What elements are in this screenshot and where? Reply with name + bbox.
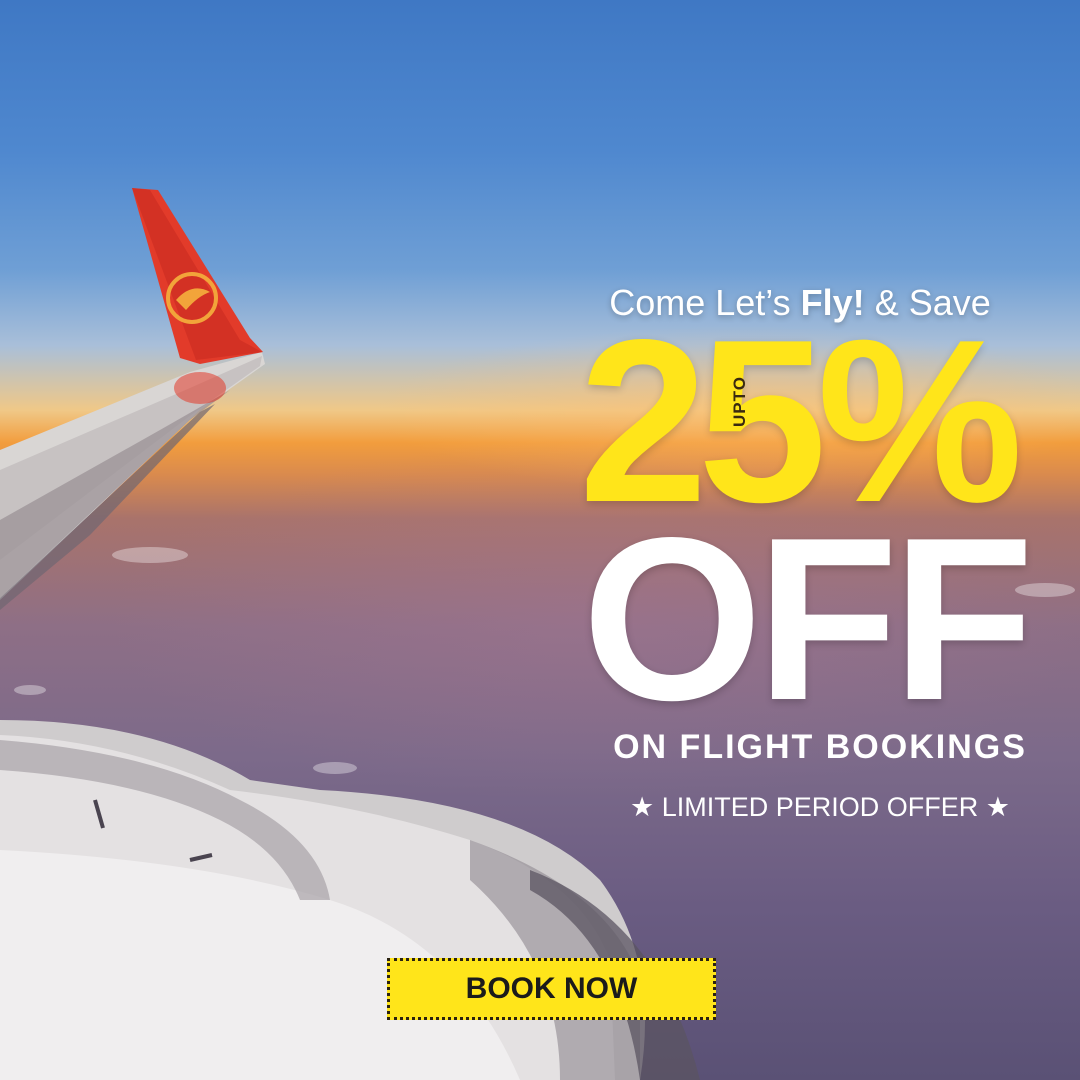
ad-banner: Come Let’s Fly! & Save 25% UPTO OFF ON F… [0, 0, 1080, 1080]
offer-tagline: ★ LIMITED PERIOD OFFER ★ [630, 792, 1010, 822]
wing [0, 188, 265, 610]
book-now-label: BOOK NOW [465, 972, 638, 1005]
offer-subline: ON FLIGHT BOOKINGS [613, 728, 1027, 766]
book-now-button[interactable]: BOOK NOW [387, 958, 716, 1020]
engine [0, 720, 700, 1080]
off-label: OFF [582, 490, 1034, 749]
upto-label: UPTO [730, 376, 749, 427]
